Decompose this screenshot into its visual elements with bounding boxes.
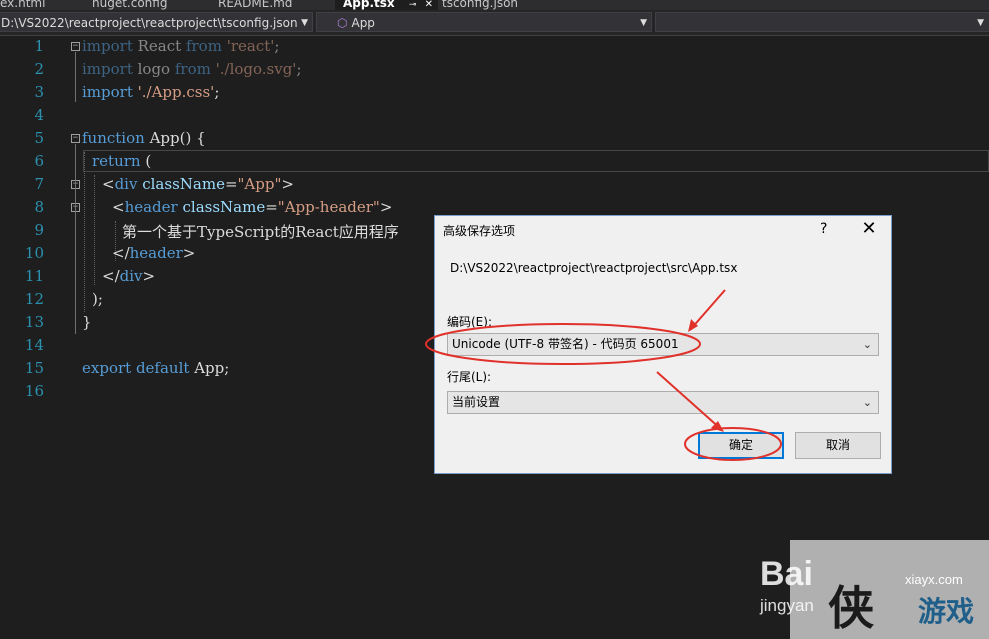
- code-line: </div>: [102, 267, 156, 285]
- line-number: 10: [24, 244, 44, 262]
- chevron-down-icon: ▼: [301, 18, 308, 28]
- chevron-down-icon: ▼: [977, 18, 984, 28]
- chevron-down-icon: ⌄: [862, 338, 872, 351]
- encoding-select[interactable]: Unicode (UTF-8 带签名) - 代码页 65001 ⌄: [447, 333, 879, 356]
- line-number: 9: [34, 221, 44, 239]
- advanced-save-options-dialog: 高级保存选项 ? ✕ D:\VS2022\reactproject\reactp…: [434, 215, 892, 474]
- scope-dropdown[interactable]: ⬡ App ▼: [316, 12, 652, 32]
- code-line: );: [92, 290, 103, 308]
- project-dropdown-value: D:\VS2022\reactproject\reactproject\tsco…: [1, 16, 298, 30]
- watermark-site: xiayx.com: [905, 572, 963, 587]
- tab-nuget-config[interactable]: nuget.config: [92, 0, 167, 10]
- indent-guide: [84, 152, 85, 312]
- line-number: 3: [34, 83, 44, 101]
- ok-button[interactable]: 确定: [698, 432, 784, 459]
- line-number: 1: [34, 37, 44, 55]
- chevron-down-icon: ▼: [640, 18, 647, 28]
- code-line: <div className="App">: [102, 175, 294, 193]
- code-line: </header>: [112, 244, 196, 262]
- indent-guide: [94, 175, 95, 285]
- line-number: 11: [24, 267, 44, 285]
- code-line: export default App;: [82, 359, 230, 377]
- tab-ex-html[interactable]: ex.html: [0, 0, 45, 10]
- close-icon[interactable]: ✕: [425, 0, 433, 10]
- code-line-text: 第一个基于TypeScript的React应用程序: [122, 223, 399, 241]
- file-path: D:\VS2022\reactproject\reactproject\src\…: [450, 261, 738, 275]
- watermark-text: jingyan: [760, 596, 814, 615]
- code-line: function App() {: [82, 129, 206, 147]
- close-icon[interactable]: ✕: [859, 218, 879, 239]
- watermark-logo: Bai: [760, 555, 813, 593]
- line-number: 15: [24, 359, 44, 377]
- line-number: 7: [34, 175, 44, 193]
- navigation-bar: D:\VS2022\reactproject\reactproject\tsco…: [0, 10, 989, 36]
- code-line: <header className="App-header">: [112, 198, 393, 216]
- tab-tsconfig-json[interactable]: tsconfig.json: [442, 0, 518, 10]
- code-line: import logo from './logo.svg';: [82, 60, 302, 78]
- line-number: 6: [34, 152, 44, 170]
- cube-icon: ⬡: [337, 16, 348, 30]
- code-line: return (: [92, 152, 152, 170]
- code-line: import React from 'react';: [82, 37, 280, 55]
- line-number: 12: [24, 290, 44, 308]
- encoding-label: 编码(E):: [447, 315, 492, 329]
- dialog-title: 高级保存选项: [443, 224, 516, 238]
- scope-dropdown-value: App: [351, 16, 375, 30]
- line-number: 2: [34, 60, 44, 78]
- line-number: 5: [34, 129, 44, 147]
- tab-readme[interactable]: README.md: [218, 0, 292, 10]
- document-tab-strip: ex.html nuget.config README.md App.tsx ⊸…: [0, 0, 989, 10]
- line-ending-select-value: 当前设置: [452, 395, 501, 409]
- collapse-icon[interactable]: −: [71, 134, 80, 143]
- encoding-select-value: Unicode (UTF-8 带签名) - 代码页 65001: [452, 337, 679, 351]
- watermark-logo-mark: 侠: [828, 581, 874, 635]
- current-line-highlight: [83, 150, 989, 172]
- outline-guide: [75, 144, 76, 334]
- chevron-down-icon: ⌄: [862, 396, 872, 409]
- tab-app-tsx-label: App.tsx: [343, 0, 395, 10]
- line-ending-select[interactable]: 当前设置 ⌄: [447, 391, 879, 414]
- help-icon[interactable]: ?: [820, 221, 827, 237]
- line-ending-label: 行尾(L):: [447, 370, 492, 384]
- watermark-game-text: 游戏: [918, 595, 975, 628]
- line-number: 14: [24, 336, 44, 354]
- cancel-button[interactable]: 取消: [795, 432, 881, 459]
- code-line: }: [82, 313, 92, 331]
- outline-guide: [75, 52, 76, 102]
- pin-icon[interactable]: ⊸: [409, 0, 417, 10]
- code-line: import './App.css';: [82, 83, 220, 101]
- collapse-icon[interactable]: −: [71, 42, 80, 51]
- project-dropdown[interactable]: D:\VS2022\reactproject\reactproject\tsco…: [0, 12, 313, 32]
- line-number: 4: [34, 106, 44, 124]
- tab-app-tsx[interactable]: App.tsx ⊸ ✕: [335, 0, 438, 10]
- line-number: 8: [34, 198, 44, 216]
- member-dropdown[interactable]: ▼: [655, 12, 989, 32]
- line-number: 13: [24, 313, 44, 331]
- line-number: 16: [24, 382, 44, 400]
